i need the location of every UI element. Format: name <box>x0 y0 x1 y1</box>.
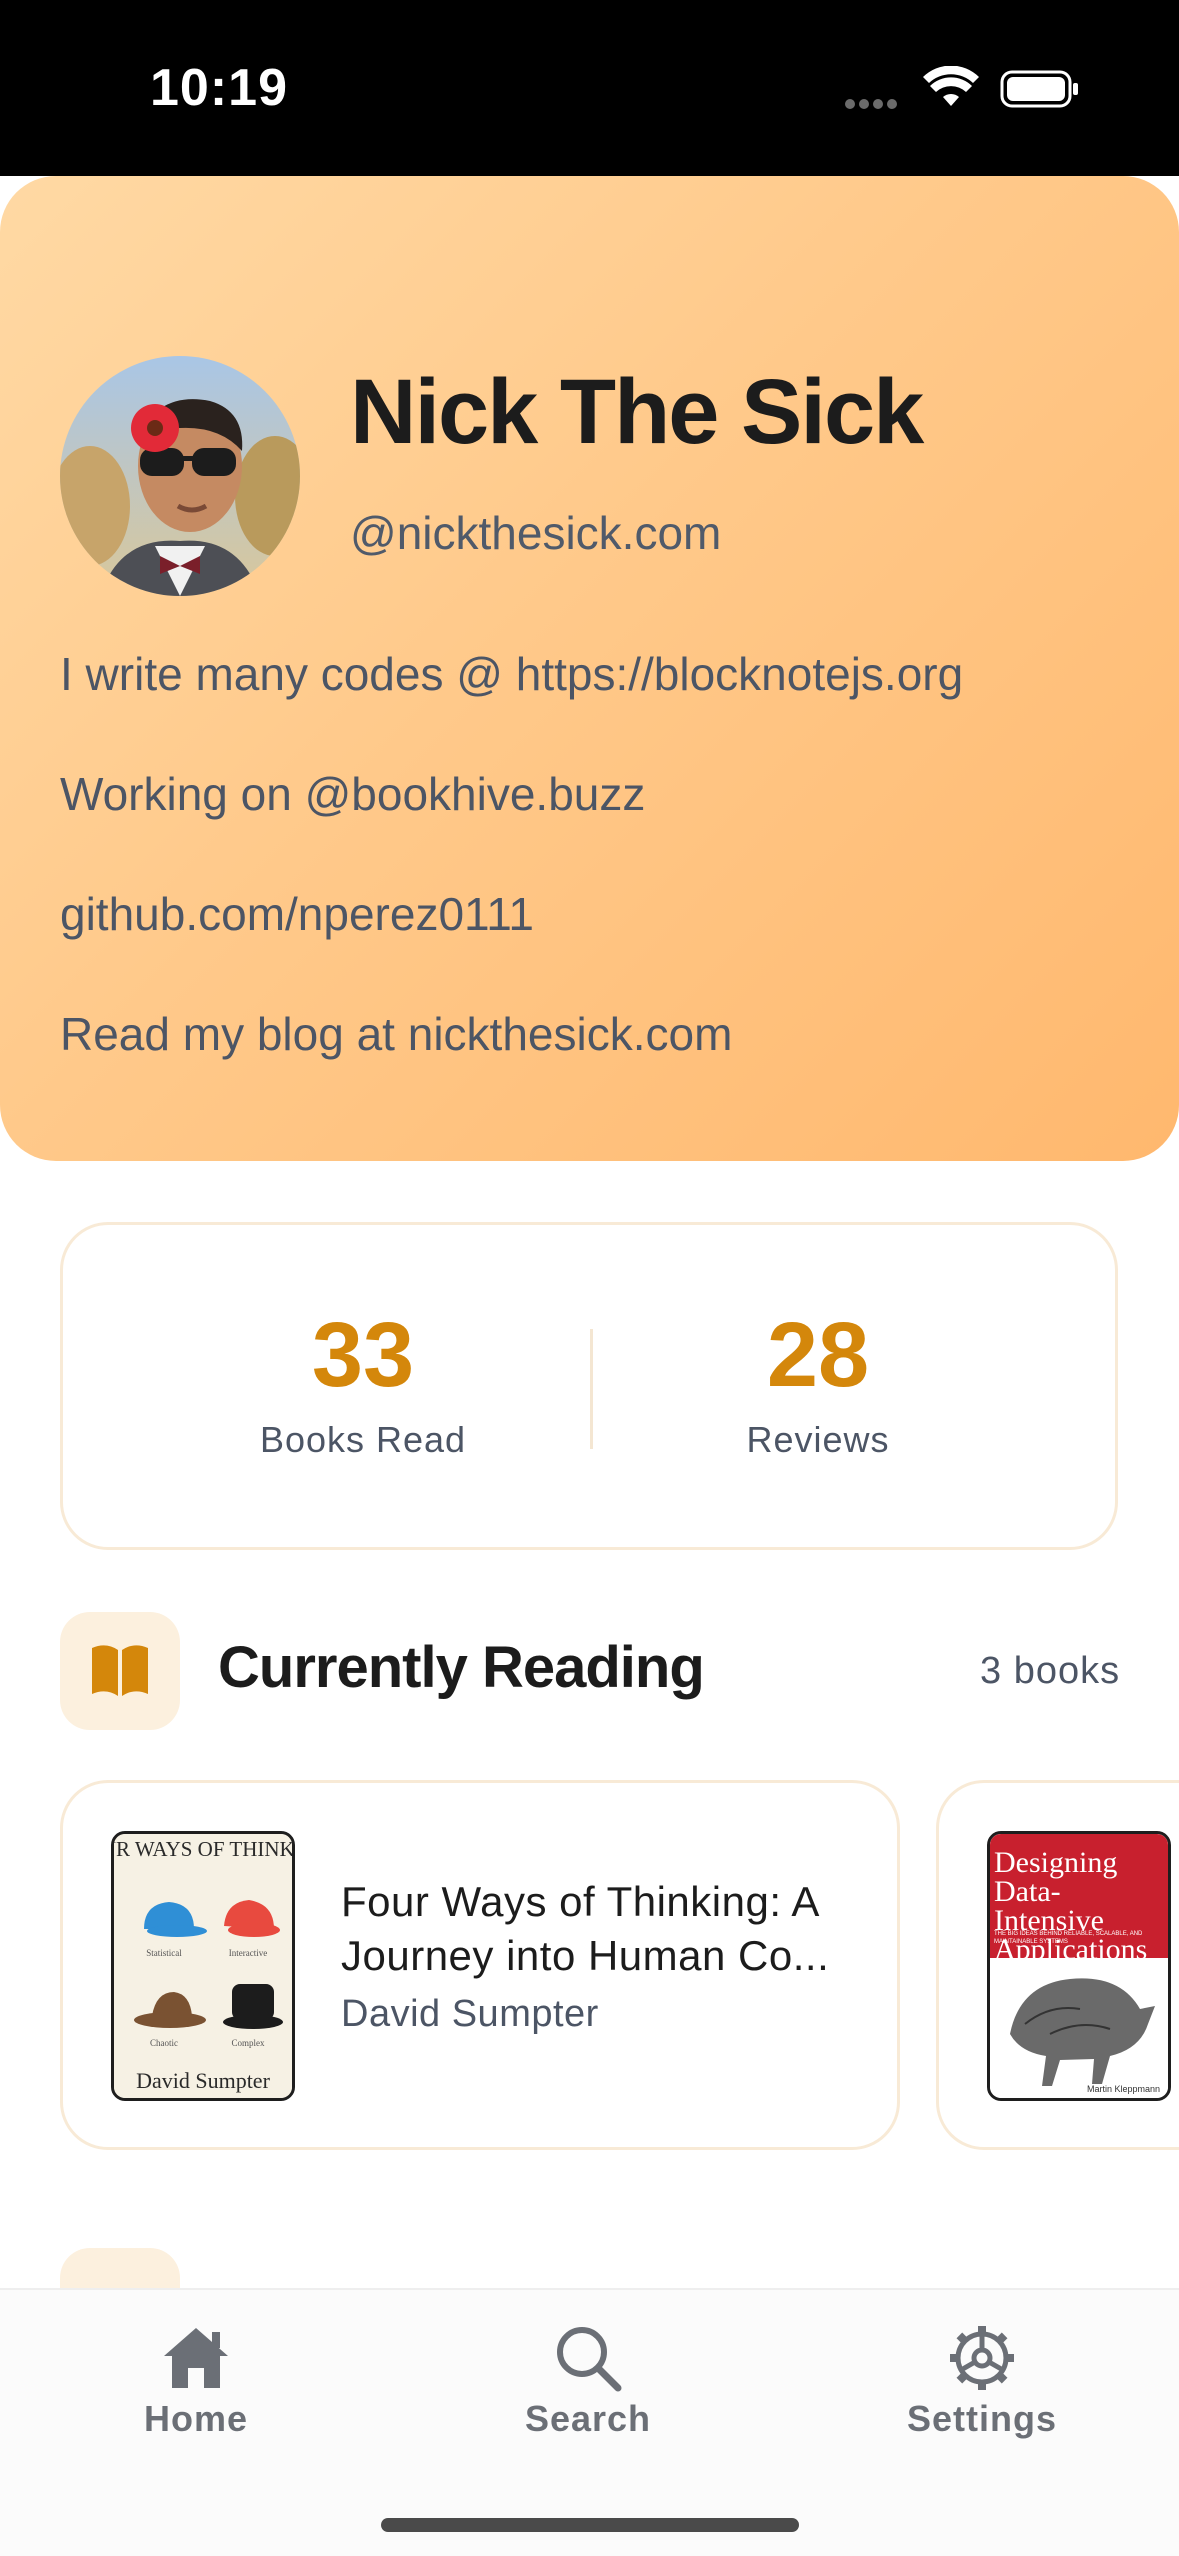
currently-reading-count: 3 books <box>980 1650 1121 1692</box>
stats-card: 33 Books Read 28 Reviews <box>60 1222 1118 1550</box>
tab-bar: Home Search Settings <box>0 2288 1179 2556</box>
reviews-count: 28 <box>766 1304 870 1406</box>
tab-search[interactable]: Search <box>468 2324 708 2440</box>
profile-handle[interactable]: @nickthesick.com <box>350 506 721 560</box>
cover-label: Complex <box>232 2038 265 2048</box>
bio-line: Read my blog at nickthesick.com <box>60 1008 733 1060</box>
section-title-currently-reading: Currently Reading <box>218 1635 705 1700</box>
book-cover: Designing Data-Intensive Applications TH… <box>987 1831 1171 2101</box>
cover-label: Statistical <box>146 1948 182 1958</box>
book-title: Four Ways of Thinking: A Journey into Hu… <box>341 1878 830 1979</box>
cover-author: David Sumpter <box>136 2068 270 2093</box>
tab-settings[interactable]: Settings <box>862 2324 1102 2440</box>
cover-subtitle: THE BIG IDEAS BEHIND RELIABLE, SCALABLE,… <box>994 1931 1143 1945</box>
book-card[interactable]: Designing Data-Intensive Applications TH… <box>936 1780 1179 2150</box>
status-time: 10:19 <box>150 59 288 117</box>
status-bar: 10:19 <box>0 0 1179 176</box>
profile-header: Nick The Sick @nickthesick.com I write m… <box>0 176 1179 1161</box>
cover-heading: FOUR WAYS OF THINKING <box>114 1837 292 1861</box>
home-icon <box>164 2328 228 2388</box>
currently-reading-icon-box <box>60 1612 180 1730</box>
search-icon <box>557 2327 622 2392</box>
tab-home-label: Home <box>143 2398 249 2439</box>
profile-name: Nick The Sick <box>350 361 924 463</box>
book-author: David Sumpter <box>341 1993 599 2035</box>
wifi-icon <box>923 66 979 106</box>
cover-label: Chaotic <box>150 2038 178 2048</box>
bio-line: I write many codes @ https://blocknotejs… <box>60 648 964 700</box>
bio-line: Working on @bookhive.buzz <box>60 768 646 820</box>
home-indicator <box>381 2518 799 2532</box>
reviews-label: Reviews <box>746 1419 890 1460</box>
signal-dots-icon <box>845 96 905 109</box>
cover-label: Interactive <box>229 1948 267 1958</box>
books-read-count: 33 <box>311 1304 415 1406</box>
gear-icon <box>950 2326 1014 2390</box>
avatar[interactable] <box>60 356 300 596</box>
bio-line: github.com/nperez0111 <box>60 888 534 940</box>
stats-divider <box>590 1329 593 1449</box>
stat-books-read[interactable]: 33 Books Read <box>213 1305 513 1461</box>
profile-bio: I write many codes @ https://blocknotejs… <box>60 646 1140 1126</box>
battery-icon <box>1000 70 1078 108</box>
books-read-label: Books Read <box>259 1419 467 1460</box>
cover-author: Martin Kleppmann <box>1087 2084 1160 2094</box>
open-book-icon <box>92 1645 148 1696</box>
tab-home[interactable]: Home <box>76 2324 316 2440</box>
tab-settings-label: Settings <box>906 2398 1057 2439</box>
stat-reviews[interactable]: 28 Reviews <box>668 1305 968 1461</box>
book-cover: FOUR WAYS OF THINKING Statistical Intera… <box>111 1831 295 2101</box>
book-card[interactable]: FOUR WAYS OF THINKING Statistical Intera… <box>60 1780 900 2150</box>
tab-search-label: Search <box>524 2398 652 2439</box>
